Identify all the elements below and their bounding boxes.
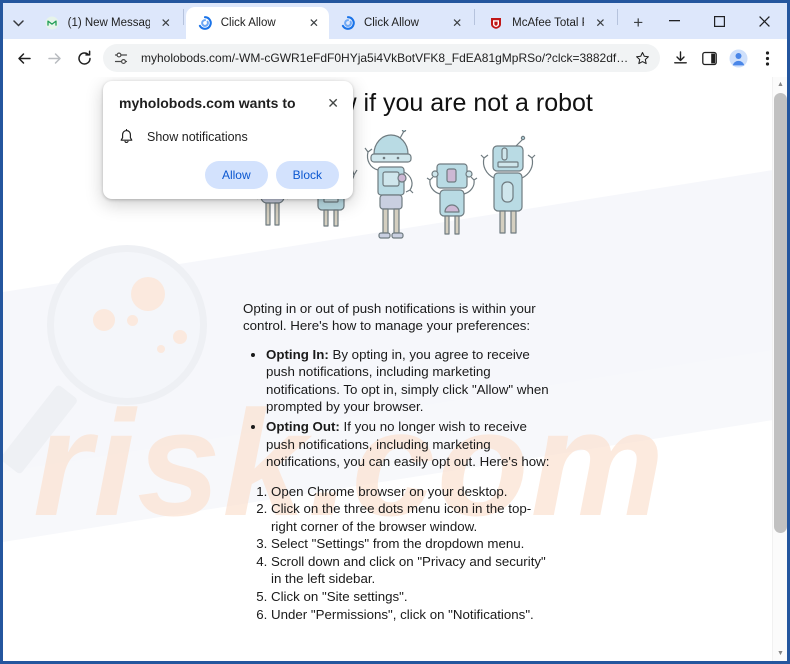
list-item: Opting In: By opting in, you agree to re…: [266, 346, 553, 416]
bookmark-star-icon[interactable]: [632, 51, 652, 66]
spiral-icon: [340, 15, 356, 31]
spiral-icon: [197, 15, 213, 31]
permission-label: Show notifications: [147, 129, 248, 144]
tab-title: McAfee Total Protect: [512, 17, 584, 29]
shield-icon: [488, 15, 504, 31]
option-term: Opting Out:: [266, 419, 340, 435]
maximize-button[interactable]: [697, 5, 742, 37]
tab-new-message[interactable]: (1) New Message! ✕: [33, 7, 181, 39]
options-list: Opting In: By opting in, you agree to re…: [243, 346, 553, 471]
tab-title: Click Allow: [220, 17, 276, 29]
minimize-button[interactable]: [652, 5, 697, 37]
page-viewport: risk.com Click Allow if you are not a ro…: [3, 77, 787, 661]
page-body: Opting in or out of push notifications i…: [237, 300, 553, 623]
list-item: Scroll down and click on "Privacy and se…: [271, 553, 553, 588]
dialog-header: myholobods.com wants to ✕: [119, 95, 339, 113]
dialog-title: myholobods.com wants to: [119, 95, 296, 111]
dialog-actions: Allow Block: [119, 160, 339, 189]
tab-divider: [182, 9, 184, 25]
tab-strip: (1) New Message! ✕ Click Allow ✕: [3, 3, 787, 39]
tab-title: (1) New Message!: [67, 17, 150, 29]
new-tab-button[interactable]: +: [624, 9, 652, 37]
list-item: Opting Out: If you no longer wish to rec…: [266, 418, 553, 471]
reload-button[interactable]: [69, 43, 99, 73]
list-item: Click on "Site settings".: [271, 588, 553, 606]
block-button[interactable]: Block: [275, 160, 339, 189]
scroll-up-button[interactable]: ▲: [773, 77, 787, 92]
tab-mcafee[interactable]: McAfee Total Protect ✕: [477, 7, 615, 39]
list-item: Click on the three dots menu icon in the…: [271, 500, 553, 535]
side-panel-icon[interactable]: [695, 44, 723, 72]
close-icon[interactable]: ✕: [321, 96, 339, 110]
list-item: Select "Settings" from the dropdown menu…: [271, 535, 553, 553]
tab-close-button[interactable]: ✕: [447, 13, 467, 33]
forward-button[interactable]: [39, 43, 69, 73]
browser-window: (1) New Message! ✕ Click Allow ✕: [0, 0, 790, 664]
tab-title: Click Allow: [363, 17, 419, 29]
bell-icon: [119, 128, 141, 145]
tab-divider: [474, 9, 476, 25]
permission-row: Show notifications: [119, 128, 339, 145]
tab-search-button[interactable]: [5, 7, 33, 39]
intro-paragraph: Opting in or out of push notifications i…: [243, 300, 536, 334]
profile-avatar-icon[interactable]: [724, 44, 752, 72]
scrollbar-thumb[interactable]: [774, 93, 787, 533]
tab-divider: [617, 9, 619, 25]
list-item: Open Chrome browser on your desktop.: [271, 483, 553, 501]
url-text: myholobods.com/-WM-cGWR1eFdF0HYja5i4VkBo…: [141, 51, 632, 65]
steps-list: Open Chrome browser on your desktop. Cli…: [243, 483, 553, 623]
close-button[interactable]: [742, 5, 787, 37]
mail-icon: [44, 15, 60, 31]
tab-click-allow-2[interactable]: Click Allow ✕: [329, 7, 472, 39]
list-item: Under "Permissions", click on "Notificat…: [271, 606, 553, 624]
notification-permission-dialog[interactable]: myholobods.com wants to ✕ Show notificat…: [103, 81, 353, 199]
scroll-down-button[interactable]: ▼: [773, 646, 787, 661]
tab-close-button[interactable]: ✕: [304, 13, 324, 33]
allow-button[interactable]: Allow: [204, 160, 268, 189]
tune-icon[interactable]: [114, 51, 132, 66]
tab-click-allow-active[interactable]: Click Allow ✕: [185, 7, 329, 39]
download-icon[interactable]: [666, 44, 694, 72]
address-bar[interactable]: myholobods.com/-WM-cGWR1eFdF0HYja5i4VkBo…: [103, 44, 660, 72]
browser-toolbar: myholobods.com/-WM-cGWR1eFdF0HYja5i4VkBo…: [3, 39, 787, 77]
option-term: Opting In:: [266, 346, 329, 362]
window-controls: [652, 3, 787, 39]
page-scrollbar[interactable]: ▲ ▼: [772, 77, 787, 661]
tab-close-button[interactable]: ✕: [156, 13, 176, 33]
three-dot-menu-icon[interactable]: [753, 44, 781, 72]
back-button[interactable]: [9, 43, 39, 73]
tab-close-button[interactable]: ✕: [590, 13, 610, 33]
